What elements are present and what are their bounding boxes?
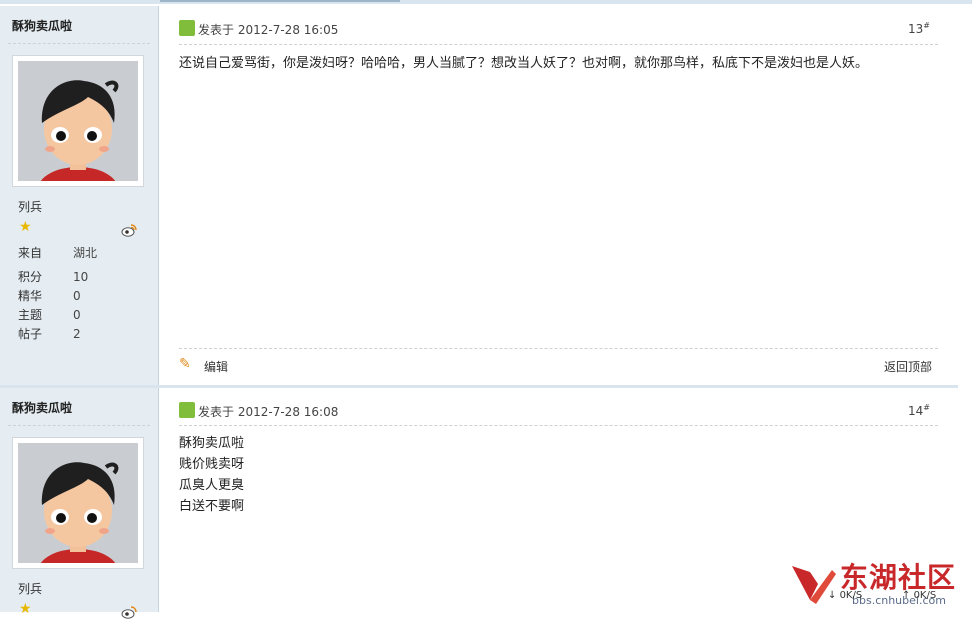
header-divider: [179, 425, 938, 426]
site-watermark: 东湖社区 bbs.cnhubei.com ↓ 0K/S ↑ 0K/S: [790, 556, 972, 612]
posted-label: 发表于: [198, 405, 235, 419]
star-icon: ★: [19, 219, 32, 235]
message-line: 还说自己爱骂街，你是泼妇呀？哈哈哈，男人当腻了？想改当人妖了？也对啊，就你那鸟样…: [179, 56, 869, 71]
floor-sup: #: [923, 21, 930, 30]
post-footer: ✎ 编辑 返回顶部: [179, 356, 938, 374]
post-message: 酥狗卖瓜啦 贱价贱卖呀 瓜臭人更臭 白送不要啊: [179, 433, 938, 517]
info-value[interactable]: 10: [73, 270, 88, 284]
online-user-icon: [179, 402, 195, 418]
avatar[interactable]: [12, 55, 144, 187]
info-points: 积分 10: [18, 268, 88, 285]
weibo-icon[interactable]: [121, 223, 137, 237]
avatar[interactable]: [12, 437, 144, 569]
avatar-image: [18, 61, 138, 181]
info-posts: 帖子 2: [18, 325, 81, 342]
post-time: 发表于 2012-7-28 16:08: [198, 403, 338, 420]
back-to-top-link[interactable]: 返回顶部: [884, 358, 932, 375]
sidebar-divider: [8, 43, 150, 44]
post-content: 发表于 2012-7-28 16:05 13# 还说自己爱骂街，你是泼妇呀？哈哈…: [159, 6, 958, 386]
top-strip: [0, 0, 972, 4]
info-key: 帖子: [18, 327, 43, 341]
floor-value: 14: [908, 404, 924, 418]
top-strip-mark: [160, 0, 400, 2]
info-key: 主题: [18, 308, 43, 322]
info-value[interactable]: 2: [73, 327, 81, 341]
post-header: 发表于 2012-7-28 16:08 14#: [179, 401, 938, 421]
info-value[interactable]: 0: [73, 308, 81, 322]
post-message: 还说自己爱骂街，你是泼妇呀？哈哈哈，男人当腻了？想改当人妖了？也对啊，就你那鸟样…: [179, 53, 938, 74]
author-name[interactable]: 酥狗卖瓜啦: [12, 399, 72, 416]
posted-time-value: 2012-7-28 16:08: [237, 405, 339, 419]
posted-time-value: 2012-7-28 16:05: [237, 23, 339, 37]
upload-speed-value: 0K/S: [913, 590, 937, 601]
edit-link[interactable]: 编辑: [204, 358, 228, 375]
info-key: 来自: [18, 246, 43, 260]
pencil-icon[interactable]: ✎: [179, 356, 191, 372]
info-key: 积分: [18, 270, 43, 284]
message-line: 白送不要啊: [179, 499, 245, 514]
floor-number[interactable]: 14#: [908, 403, 930, 418]
info-from: 来自 湖北: [18, 244, 97, 261]
info-digest: 精华 0: [18, 287, 81, 304]
info-key: 精华: [18, 289, 43, 303]
sidebar-divider: [8, 425, 150, 426]
avatar-image: [18, 443, 138, 563]
star-icon: ★: [19, 601, 32, 617]
download-speed-value: 0K/S: [839, 590, 863, 601]
user-rank: 列兵: [18, 200, 43, 214]
post-13: 酥狗卖瓜啦 列兵 ★ 来自 湖北 积分 10 精华 0 主题 0 帖子 2 发表…: [0, 6, 958, 386]
post-time: 发表于 2012-7-28 16:05: [198, 21, 338, 38]
floor-value: 13: [908, 22, 924, 36]
user-rank: 列兵: [18, 582, 43, 596]
download-speed: ↓ 0K/S: [828, 590, 863, 601]
post-sidebar: 酥狗卖瓜啦 列兵 ★ 来自 湖北 积分 10 精华 0 主题 0 帖子 2: [0, 6, 159, 386]
footer-divider: [179, 348, 938, 349]
online-user-icon: [179, 20, 195, 36]
upload-speed: ↑ 0K/S: [902, 590, 937, 601]
post-sidebar: 酥狗卖瓜啦 列兵 ★: [0, 388, 159, 619]
message-line: 贱价贱卖呀: [179, 457, 245, 472]
message-line: 瓜臭人更臭: [179, 478, 245, 493]
floor-number[interactable]: 13#: [908, 21, 930, 36]
info-value: 湖北: [73, 246, 98, 260]
header-divider: [179, 44, 938, 45]
author-name[interactable]: 酥狗卖瓜啦: [12, 17, 72, 34]
weibo-icon[interactable]: [121, 605, 137, 619]
posted-label: 发表于: [198, 23, 235, 37]
info-threads: 主题 0: [18, 306, 81, 323]
floor-sup: #: [923, 403, 930, 412]
info-value[interactable]: 0: [73, 289, 81, 303]
message-line: 酥狗卖瓜啦: [179, 436, 245, 451]
post-header: 发表于 2012-7-28 16:05 13#: [179, 19, 938, 39]
